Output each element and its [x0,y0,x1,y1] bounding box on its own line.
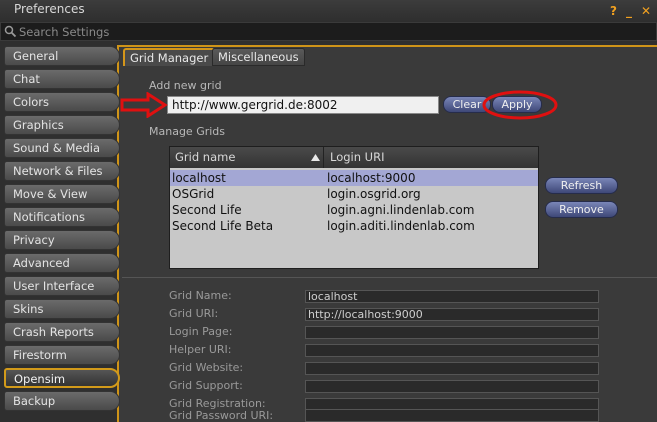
sidebar-item-move-view[interactable]: Move & View [4,184,120,204]
sort-ascending-icon[interactable] [311,154,320,161]
sidebar-item-opensim[interactable]: Opensim [4,368,120,388]
sidebar-item-firestorm[interactable]: Firestorm [4,345,120,365]
sidebar-item-general[interactable]: General [4,46,120,66]
grid-website-label: Grid Website: [169,361,244,374]
helper-uri-field[interactable] [305,344,599,357]
column-grid-name[interactable]: Grid name [175,150,235,164]
grid-row[interactable]: Second Life Beta login.aditi.lindenlab.c… [170,218,538,234]
grid-password-uri-field[interactable] [305,409,599,422]
help-icon[interactable]: ? [610,4,617,18]
grid-row[interactable]: Second Life login.agni.lindenlab.com [170,202,538,218]
sidebar-item-graphics[interactable]: Graphics [4,115,120,135]
sidebar-item-crash-reports[interactable]: Crash Reports [4,322,120,342]
grid-website-field[interactable] [305,362,599,375]
grid-name-cell: localhost [172,171,226,185]
refresh-button[interactable]: Refresh [545,177,618,194]
grid-url-input[interactable] [167,96,439,114]
login-uri-cell: localhost:9000 [327,171,416,185]
grid-row[interactable]: OSGrid login.osgrid.org [170,186,538,202]
grid-uri-field[interactable]: http://localhost:9000 [305,308,599,321]
grid-name-cell: Second Life [172,203,242,217]
minimize-icon[interactable]: _ [626,4,632,18]
sidebar-item-colors[interactable]: Colors [4,92,120,112]
login-uri-cell: login.osgrid.org [327,187,421,201]
grid-name-field[interactable]: localhost [305,290,599,303]
tab-miscellaneous[interactable]: Miscellaneous [212,48,305,66]
sidebar-item-chat[interactable]: Chat [4,69,120,89]
close-icon[interactable]: ✕ [641,4,651,18]
grid-list[interactable]: Grid name Login URI localhost localhost:… [169,146,539,269]
grid-name-cell: OSGrid [172,187,215,201]
login-uri-cell: login.agni.lindenlab.com [327,203,475,217]
search-icon [4,25,17,38]
login-page-label: Login Page: [169,325,233,338]
grid-password-uri-label: Grid Password URI: [169,409,274,422]
sidebar-item-network-files[interactable]: Network & Files [4,161,120,181]
grid-support-label: Grid Support: [169,379,243,392]
login-uri-cell: login.aditi.lindenlab.com [327,219,475,233]
helper-uri-label: Helper URI: [169,343,232,356]
search-placeholder: Search Settings [19,25,110,39]
add-grid-label: Add new grid [149,79,222,92]
grid-name-cell: Second Life Beta [172,219,274,233]
column-login-uri[interactable]: Login URI [330,150,384,164]
sidebar-item-advanced[interactable]: Advanced [4,253,120,273]
column-divider[interactable] [323,147,324,168]
grid-uri-label: Grid URI: [169,307,219,320]
grid-list-header: Grid name Login URI [170,147,538,168]
grid-name-label: Grid Name: [169,289,232,302]
tab-grid-manager[interactable]: Grid Manager [123,48,216,66]
sidebar-item-user-interface[interactable]: User Interface [4,276,120,296]
sidebar-item-backup[interactable]: Backup [4,391,120,411]
section-divider [122,277,657,278]
grid-support-field[interactable] [305,380,599,393]
manage-grids-label: Manage Grids [149,125,226,138]
annotation-arrow-icon [120,92,168,118]
remove-button[interactable]: Remove [545,201,618,218]
search-input[interactable]: Search Settings [0,22,657,41]
title-bar[interactable]: Preferences ? _ ✕ [0,0,657,22]
window-title: Preferences [14,2,85,16]
sidebar-item-privacy[interactable]: Privacy [4,230,120,250]
grid-row[interactable]: localhost localhost:9000 [170,170,538,186]
sidebar-item-sound-media[interactable]: Sound & Media [4,138,120,158]
login-page-field[interactable] [305,326,599,339]
sidebar-item-skins[interactable]: Skins [4,299,120,319]
annotation-ellipse-icon [482,90,558,120]
sidebar-item-notifications[interactable]: Notifications [4,207,120,227]
